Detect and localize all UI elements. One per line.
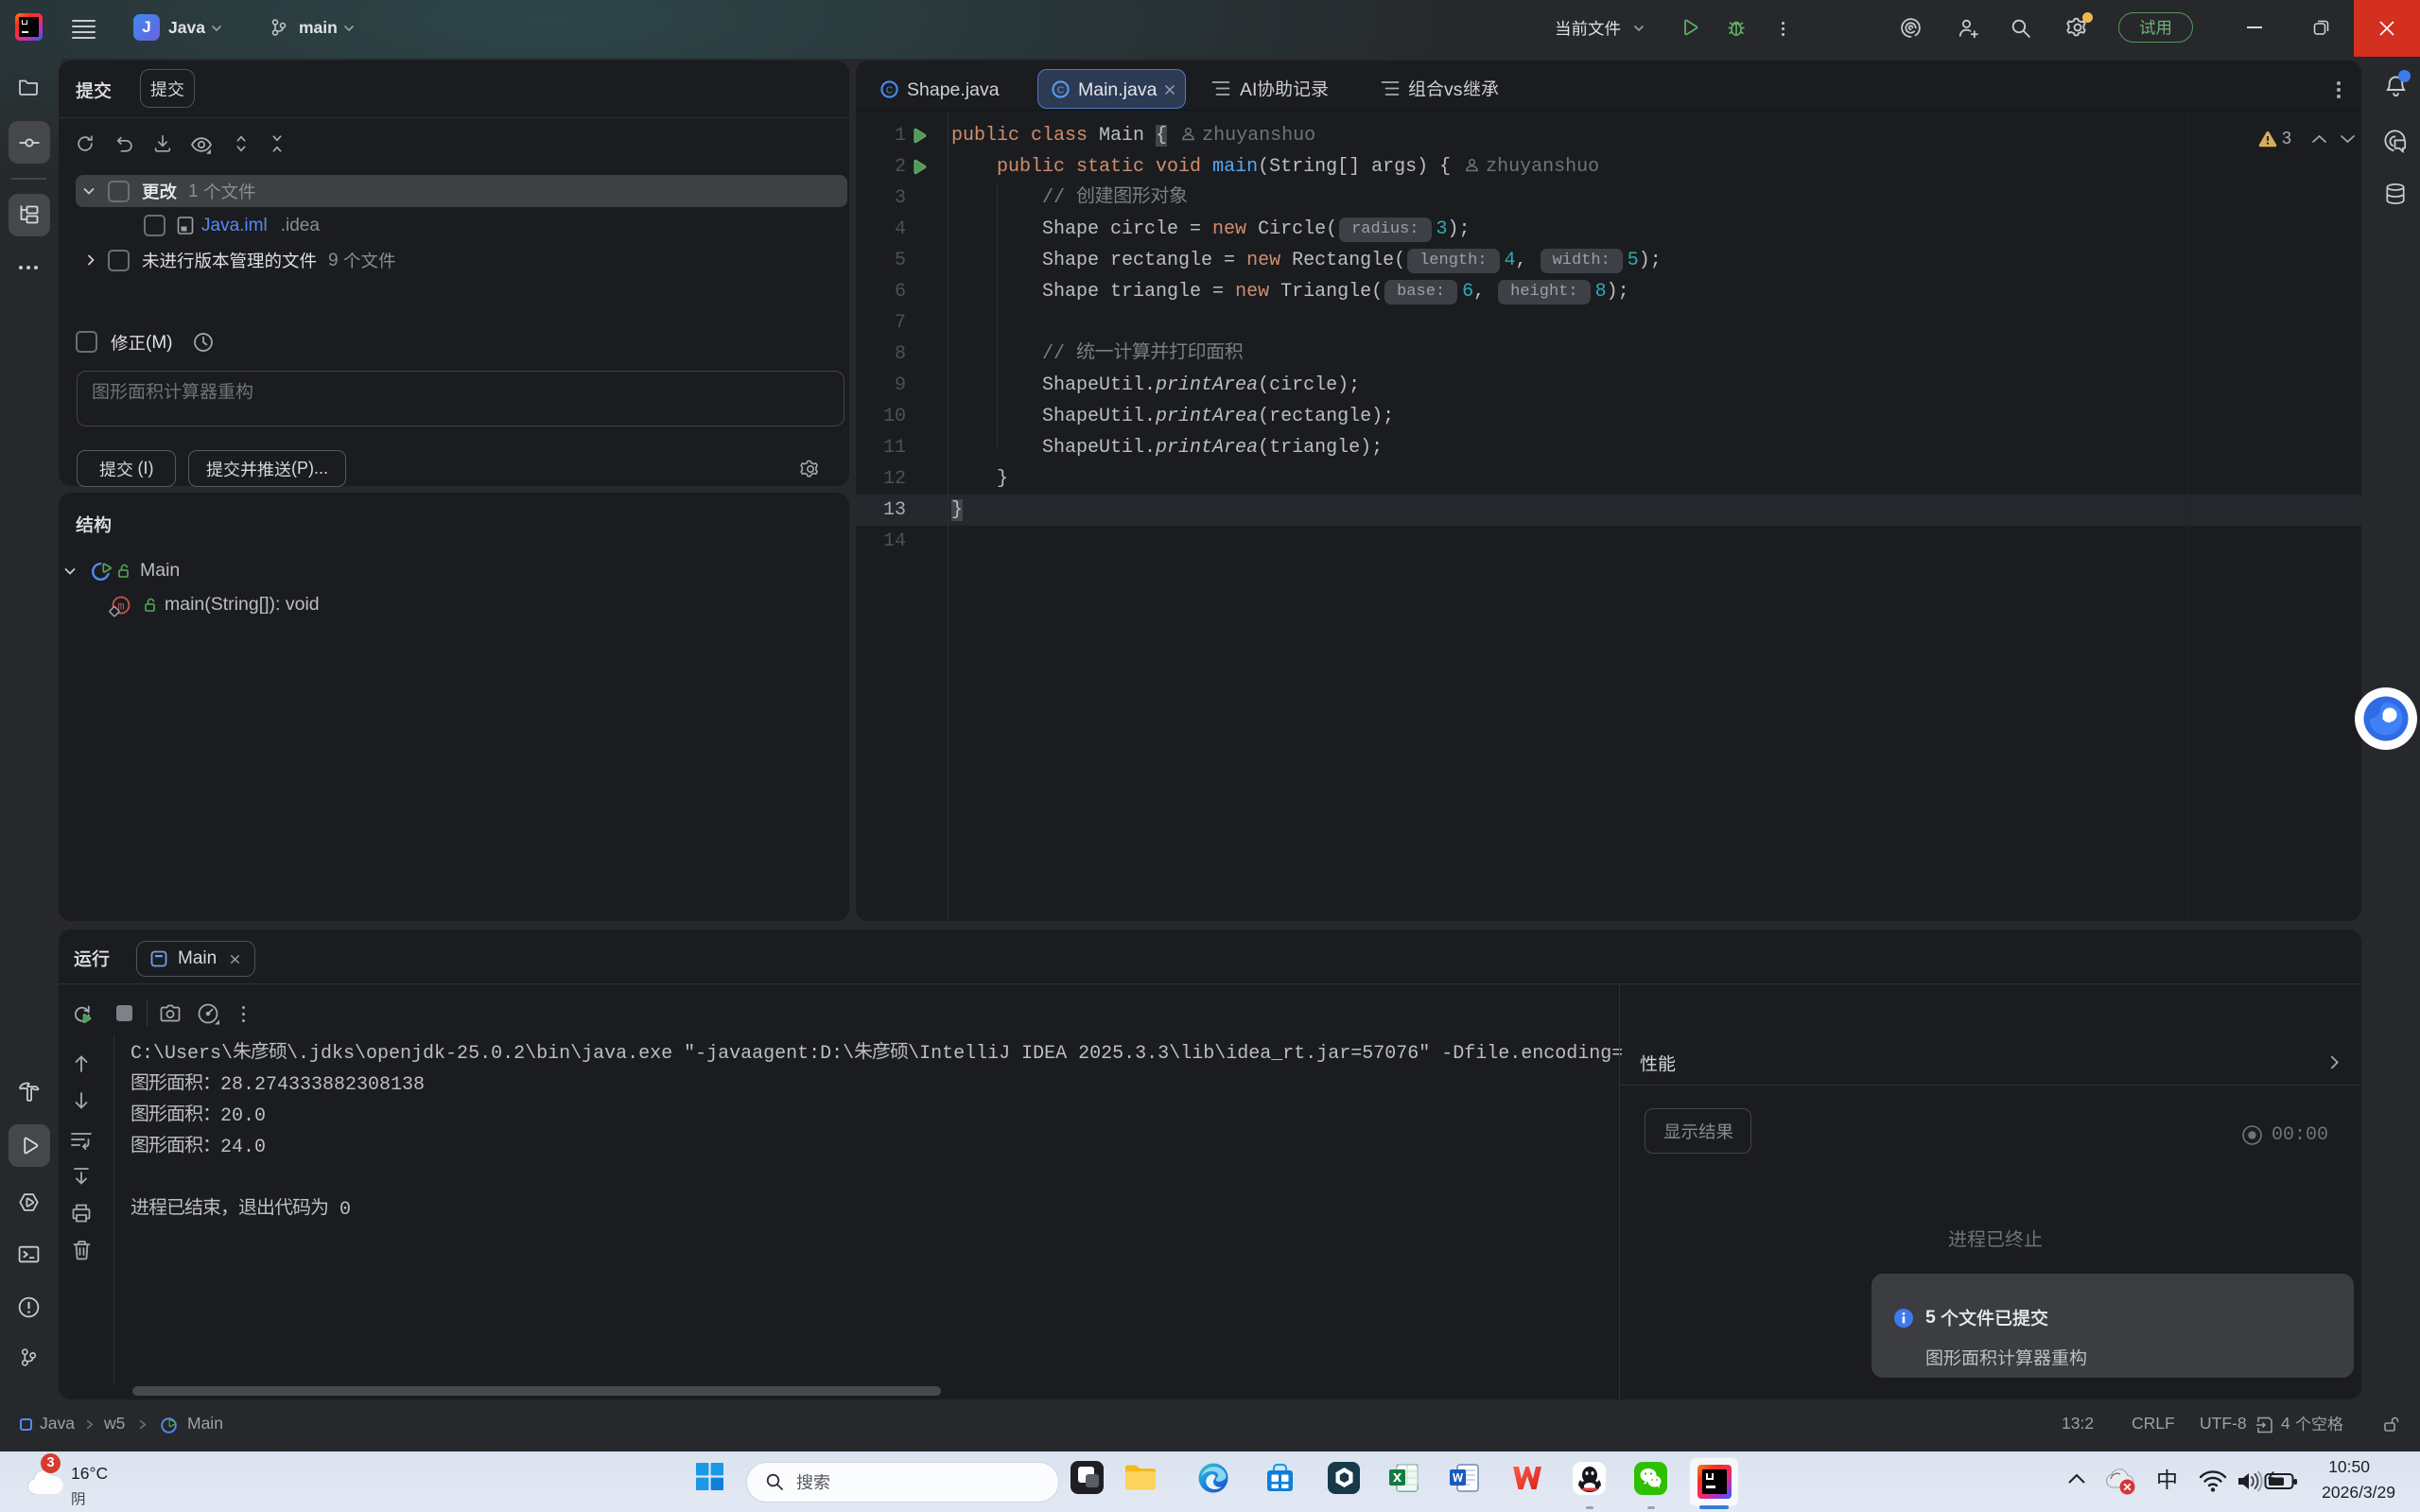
svg-text:C: C [886,84,894,96]
svg-text:C: C [1057,84,1065,96]
